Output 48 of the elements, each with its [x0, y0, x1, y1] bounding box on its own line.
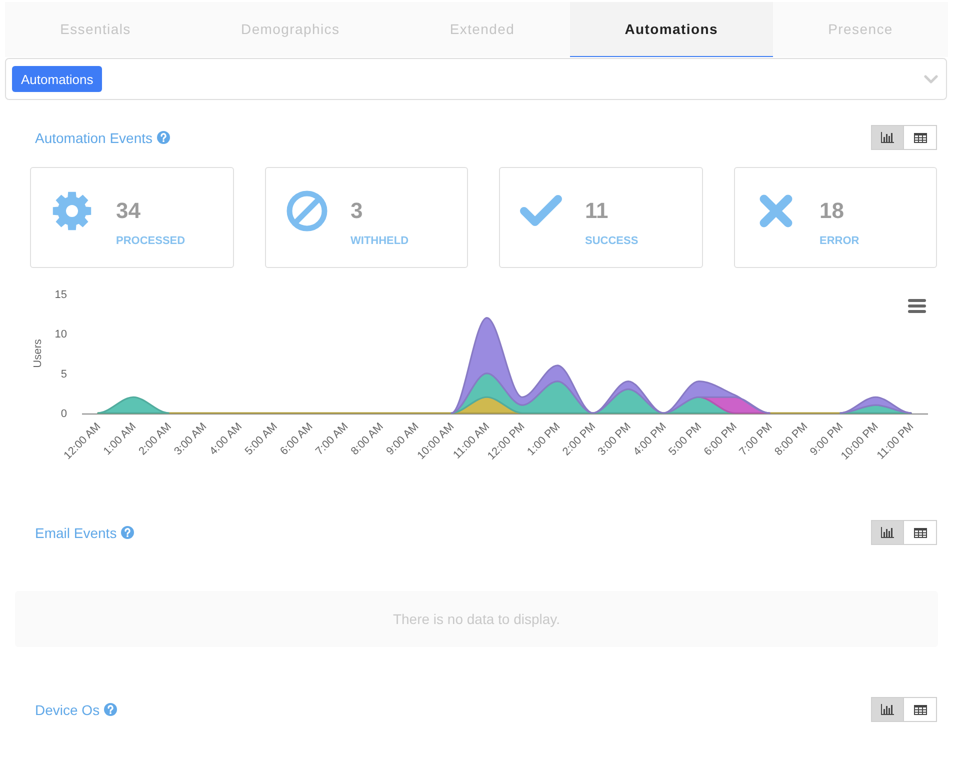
section-title: Device Os: [35, 702, 100, 718]
check-icon: [519, 194, 563, 228]
chart-view-button[interactable]: [871, 520, 904, 545]
stat-value: 3: [350, 198, 364, 224]
stat-label: WITHHELD: [350, 234, 409, 248]
y-axis-title: Users: [32, 339, 44, 368]
x-axis-label: 4:00 PM: [631, 420, 669, 458]
x-axis-label: 5:00 AM: [242, 420, 280, 458]
table-icon: [914, 528, 926, 538]
x-axis-label: 7:00 PM: [737, 420, 775, 458]
gear-icon: [52, 191, 92, 231]
cross-icon: [758, 194, 792, 228]
stat-value: 11: [585, 198, 610, 224]
table-icon: [914, 132, 926, 142]
table-icon: [914, 704, 926, 714]
x-axis-label: 5:00 PM: [666, 420, 704, 458]
stat-label: ERROR: [820, 234, 860, 248]
y-axis-label: 10: [54, 328, 67, 341]
x-axis-label: 6:00 PM: [702, 420, 740, 458]
x-axis-label: 3:00 AM: [172, 420, 210, 458]
section-title: Email Events: [35, 524, 117, 540]
stat-value: 18: [820, 198, 845, 224]
stat-label: SUCCESS: [585, 234, 638, 248]
x-axis-label: 6:00 AM: [278, 420, 316, 458]
y-axis-label: 15: [54, 289, 67, 301]
x-axis-label: 8:00 PM: [772, 420, 810, 458]
table-view-button[interactable]: [904, 520, 937, 545]
chart-view-button[interactable]: [871, 697, 904, 722]
filter-select[interactable]: Automations: [5, 58, 947, 100]
bar-chart-icon: [881, 704, 894, 715]
x-axis-label: 3:00 PM: [596, 420, 634, 458]
menu-icon[interactable]: [908, 299, 926, 313]
x-axis-label: 4:00 AM: [208, 420, 244, 458]
y-axis-label: 0: [60, 408, 67, 420]
selected-tag[interactable]: Automations: [12, 66, 102, 92]
stat-label: PROCESSED: [116, 234, 186, 248]
table-view-button[interactable]: [904, 125, 937, 150]
bar-chart-icon: [881, 132, 894, 143]
y-axis-label: 5: [60, 368, 67, 380]
chart-view-button[interactable]: [871, 125, 904, 150]
table-view-button[interactable]: [904, 697, 937, 722]
x-axis-label: 8:00 AM: [348, 420, 386, 458]
tab[interactable]: Automations: [570, 2, 774, 57]
x-axis-label: 7:00 AM: [314, 420, 351, 458]
section-title: Automation Events: [35, 130, 153, 146]
stat-value: 34: [116, 198, 142, 224]
bar-chart-icon: [881, 527, 894, 538]
ban-icon: [286, 190, 328, 232]
